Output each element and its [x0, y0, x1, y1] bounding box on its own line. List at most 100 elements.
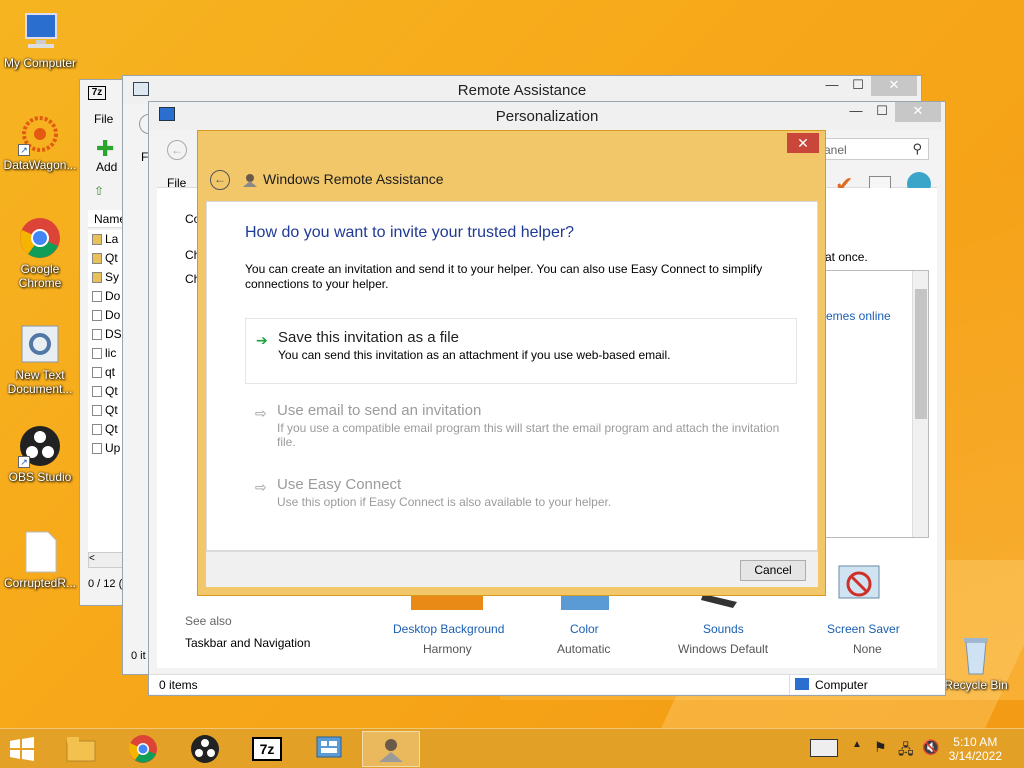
network-icon[interactable]: 🖧	[898, 739, 914, 763]
settings-document-icon	[18, 322, 62, 366]
taskbar-remote-assistance[interactable]	[362, 731, 420, 767]
computer-icon	[18, 10, 62, 54]
search-icon: ⚲	[912, 141, 922, 156]
back-arrow-icon[interactable]: ←	[210, 170, 230, 190]
folder-icon	[92, 272, 102, 284]
maximize-button[interactable]: ☐	[869, 102, 895, 122]
start-button[interactable]	[6, 735, 38, 763]
shortcut-arrow-icon: ↗	[18, 456, 30, 468]
remote-assistance-icon	[242, 173, 258, 187]
window-title: Remote Assistance	[457, 82, 587, 99]
close-button[interactable]: ✕	[895, 102, 941, 122]
7zip-icon: 7z	[252, 737, 282, 761]
sounds-link[interactable]: Sounds	[703, 622, 744, 636]
color-value: Automatic	[557, 642, 611, 656]
taskbar-chrome[interactable]	[114, 731, 172, 767]
taskbar-7zip[interactable]: 7z	[238, 731, 296, 767]
window-title: Personalization	[495, 108, 599, 125]
screen-saver-icon[interactable]	[837, 562, 883, 608]
text-at-once: at once.	[825, 250, 868, 264]
titlebar[interactable]: Personalization — ☐ ✕	[149, 102, 945, 130]
desktop-icon-label: DataWagon...	[3, 158, 77, 172]
list-item-label: Do	[105, 308, 121, 322]
list-item-label: lic	[105, 346, 117, 360]
arrow-right-icon: ⇨	[255, 405, 267, 421]
scroll-left-button[interactable]: <	[88, 552, 124, 568]
up-folder-icon[interactable]: ⇧	[94, 184, 104, 198]
taskbar-control-panel[interactable]	[300, 731, 358, 767]
search-input[interactable]: anel ⚲	[819, 138, 929, 160]
close-button[interactable]: ✕	[871, 76, 917, 96]
desktop-icon-my-computer[interactable]: My Computer	[0, 10, 80, 70]
taskbar-navigation-link[interactable]: Taskbar and Navigation	[185, 636, 310, 650]
screen-saver-link[interactable]: Screen Saver	[827, 622, 900, 636]
cancel-button[interactable]: Cancel	[740, 560, 806, 581]
option-easy-connect[interactable]: ⇨ Use Easy Connect Use this option if Ea…	[245, 466, 797, 519]
computer-icon	[795, 678, 809, 690]
desktop-icon-corrupted[interactable]: CorruptedR...	[0, 530, 80, 590]
datawagon-icon: ↗	[18, 112, 62, 156]
desktop-icon-new-text-document[interactable]: New Text Document...	[0, 322, 80, 396]
option-email-invitation[interactable]: ⇨ Use email to send an invitation If you…	[245, 392, 797, 459]
volume-muted-icon[interactable]: 🔇	[922, 739, 939, 756]
see-also-heading: See also	[185, 614, 232, 628]
scrollbar-thumb[interactable]	[915, 289, 927, 419]
chrome-icon	[128, 735, 157, 763]
desktop-icon-label: Google Chrome	[18, 262, 62, 290]
close-button[interactable]: ✕	[787, 133, 819, 153]
file-explorer-icon	[66, 737, 96, 762]
get-more-themes-link[interactable]: emes online	[826, 309, 891, 323]
option-save-as-file[interactable]: ➔ Save this invitation as a file You can…	[245, 318, 797, 384]
list-item-label: Qt	[105, 384, 118, 398]
show-hidden-icons-icon[interactable]: ▲	[852, 739, 862, 750]
themes-list[interactable]: emes online	[817, 270, 929, 538]
add-button[interactable]: Add	[96, 160, 117, 174]
desktop-icon-label: OBS Studio	[8, 470, 72, 484]
back-arrow-icon[interactable]: ←	[167, 140, 187, 160]
desktop-icon-chrome[interactable]: Google Chrome	[0, 216, 80, 290]
keyboard-icon[interactable]	[810, 739, 838, 757]
list-item-label: Sy	[105, 270, 120, 284]
desktop-icon-datawagon[interactable]: ↗ DataWagon...	[0, 112, 80, 172]
scrollbar[interactable]	[912, 271, 928, 537]
list-item-label: Do	[105, 289, 121, 303]
clock-time: 5:10 AM	[953, 735, 998, 749]
list-item-label: Qt	[105, 251, 118, 265]
color-link[interactable]: Color	[570, 622, 599, 636]
minimize-button[interactable]: —	[819, 76, 845, 96]
list-item-label: Up	[105, 441, 121, 455]
file-icon	[92, 443, 102, 455]
shortcut-arrow-icon: ↗	[18, 144, 30, 156]
desktop-background-link[interactable]: Desktop Background	[393, 622, 504, 636]
desktop-icon-recycle-bin[interactable]: Recycle Bin	[936, 632, 1016, 692]
maximize-button[interactable]: ☐	[845, 76, 871, 96]
menu-file[interactable]: File	[94, 112, 113, 126]
option-title: Use Easy Connect	[277, 476, 402, 493]
status-text: 0 / 12 (	[88, 578, 123, 590]
desktop-icon-label: CorruptedR...	[3, 576, 77, 590]
desktop-icon-obs[interactable]: ↗ OBS Studio	[0, 424, 80, 484]
titlebar[interactable]: Remote Assistance — ☐ ✕	[123, 76, 921, 104]
clock[interactable]: 5:10 AM 3/14/2022	[949, 735, 1002, 763]
option-description: You can send this invitation as an attac…	[278, 348, 671, 362]
taskbar: 7z ▲ ⚑ 🖧 🔇 5:10 AM 3/14/2022	[0, 728, 1024, 768]
folder-icon	[92, 253, 102, 265]
obs-icon	[191, 735, 219, 763]
recycle-bin-icon	[954, 632, 998, 676]
minimize-button[interactable]: —	[843, 102, 869, 122]
option-description: Use this option if Easy Connect is also …	[277, 495, 612, 509]
list-item-label: La	[105, 232, 119, 246]
action-center-flag-icon[interactable]: ⚑	[874, 739, 887, 756]
file-icon	[92, 367, 102, 379]
desktop-icon-label: My Computer	[3, 56, 77, 70]
desktop-background-value: Harmony	[423, 642, 472, 656]
status-text: 0 it	[131, 650, 146, 662]
list-item-label: DS	[105, 327, 122, 341]
taskbar-obs[interactable]	[176, 731, 234, 767]
dialog-windows-remote-assistance[interactable]: ✕ ← Windows Remote Assistance How do you…	[197, 130, 826, 596]
add-icon: ✚	[96, 136, 115, 161]
7zip-logo-icon: 7z	[88, 86, 106, 100]
taskbar-file-explorer[interactable]	[52, 731, 110, 767]
status-items: 0 items	[159, 678, 198, 692]
arrow-right-icon: ⇨	[255, 479, 267, 495]
